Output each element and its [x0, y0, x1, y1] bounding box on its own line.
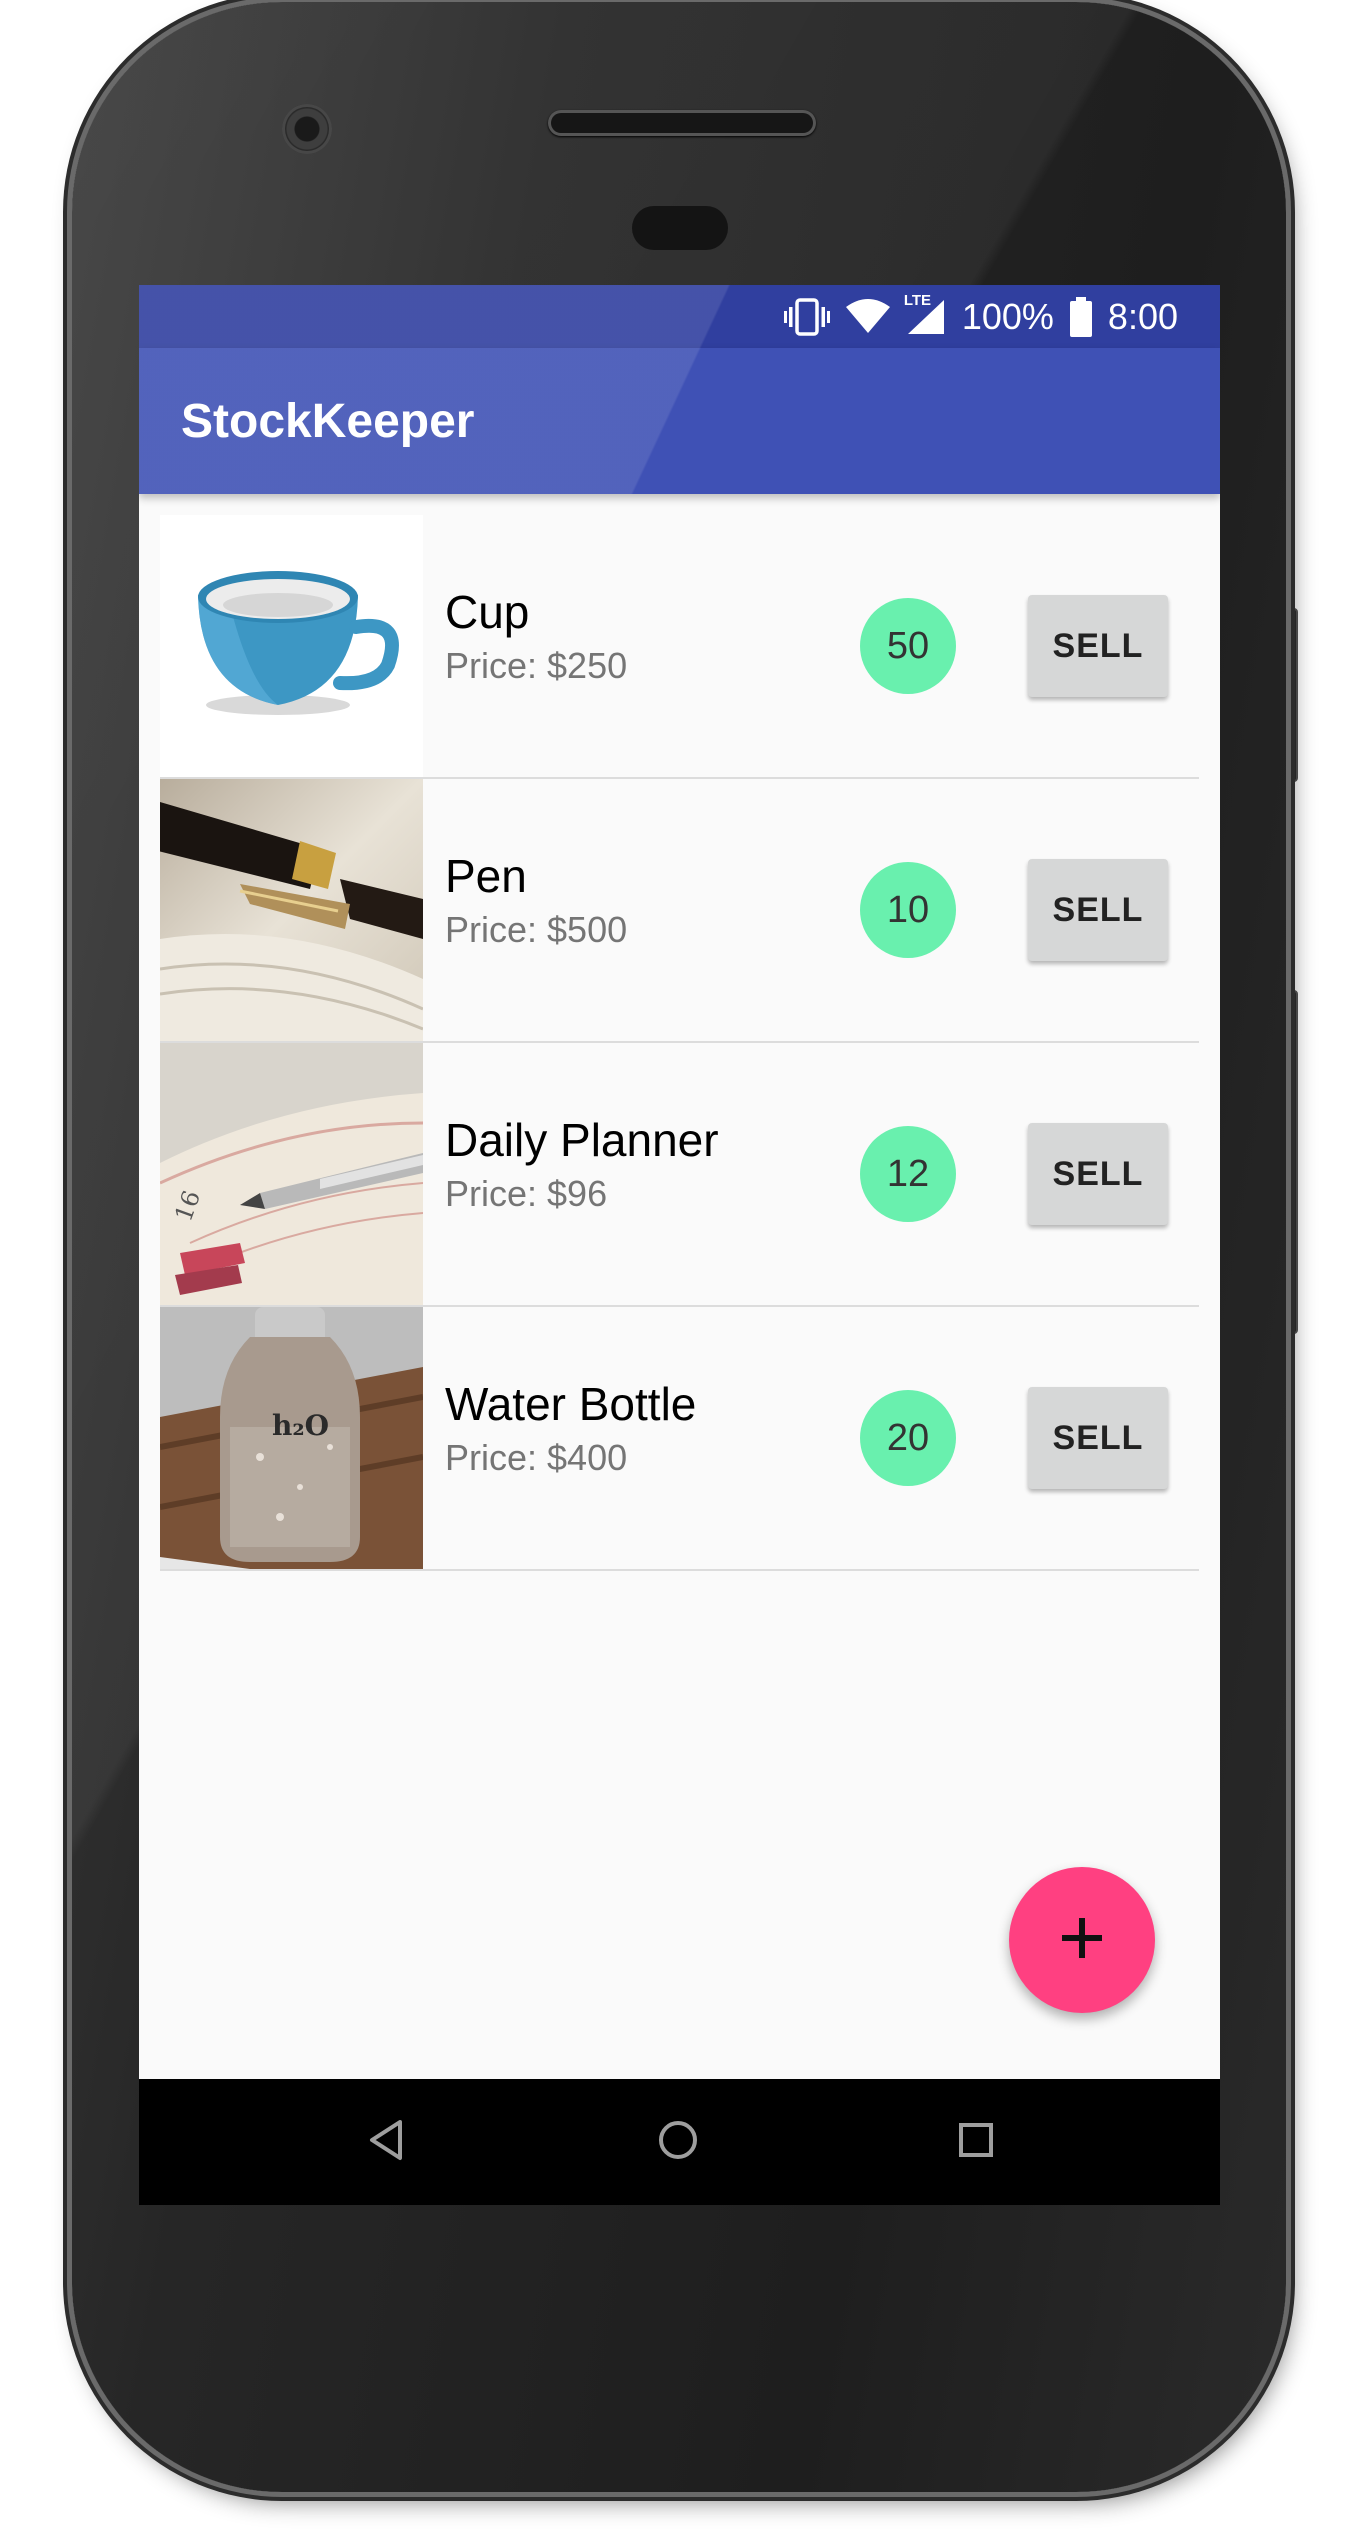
cup-photo — [160, 515, 423, 777]
vibrate-icon — [783, 297, 830, 337]
earpiece-speaker — [548, 110, 816, 136]
home-button[interactable] — [653, 2117, 703, 2167]
water-bottle-photo: h₂O — [160, 1307, 423, 1569]
status-bar: LTE 100% 8:00 — [139, 285, 1220, 348]
product-price: Price: $250 — [445, 645, 628, 686]
back-icon — [366, 2118, 406, 2167]
product-name: Water Bottle — [445, 1378, 697, 1430]
product-row[interactable]: Pen Price: $500 10 SELL — [160, 779, 1199, 1043]
product-price: Price: $96 — [445, 1173, 608, 1214]
status-icons: LTE 100% 8:00 — [783, 285, 1178, 348]
product-name: Pen — [445, 850, 527, 902]
page: LTE 100% 8:00 StockKeeper Cup Price: $25… — [0, 0, 1370, 2534]
wifi-icon — [845, 298, 890, 335]
product-row[interactable]: Cup Price: $250 50 SELL — [160, 515, 1199, 779]
lte-label: LTE — [903, 291, 932, 309]
home-icon — [656, 2118, 700, 2167]
app-bar: StockKeeper — [139, 348, 1220, 494]
volume-button — [1284, 990, 1298, 1334]
quantity-badge: 10 — [860, 862, 956, 958]
add-product-button[interactable] — [1009, 1867, 1155, 2013]
sell-button[interactable]: SELL — [1028, 595, 1168, 697]
svg-text:h₂O: h₂O — [272, 1409, 329, 1442]
sell-button[interactable]: SELL — [1028, 1387, 1168, 1489]
battery-percent: 100% — [961, 295, 1054, 337]
cell-signal-icon: LTE — [904, 292, 946, 336]
power-button — [1284, 608, 1298, 782]
front-camera — [282, 104, 332, 154]
product-name: Daily Planner — [445, 1114, 719, 1166]
app-title: StockKeeper — [181, 394, 475, 448]
battery-icon — [1069, 296, 1092, 337]
quantity-badge: 12 — [860, 1126, 956, 1222]
recents-button[interactable] — [951, 2117, 1001, 2167]
product-name: Cup — [445, 586, 530, 638]
product-price: Price: $400 — [445, 1437, 628, 1478]
clock: 8:00 — [1107, 295, 1178, 337]
product-list[interactable]: Cup Price: $250 50 SELL Pen Price: $500 … — [160, 515, 1199, 1571]
quantity-badge: 50 — [860, 598, 956, 694]
planner-photo: 16 — [160, 1043, 423, 1305]
product-row[interactable]: 16 Daily Planner Price: $96 12 SELL — [160, 1043, 1199, 1307]
product-price: Price: $500 — [445, 909, 628, 950]
product-row[interactable]: h₂O Water Bottle Price: $400 20 SELL — [160, 1307, 1199, 1571]
device-screen: LTE 100% 8:00 StockKeeper Cup Price: $25… — [139, 285, 1220, 2205]
plus-icon — [1060, 1916, 1104, 1965]
sell-button[interactable]: SELL — [1028, 859, 1168, 961]
fountain-pen-photo — [160, 779, 423, 1041]
sell-button[interactable]: SELL — [1028, 1123, 1168, 1225]
system-nav-bar — [139, 2079, 1220, 2205]
back-button[interactable] — [361, 2117, 411, 2167]
proximity-sensor — [632, 206, 728, 250]
quantity-badge: 20 — [860, 1390, 956, 1486]
recents-icon — [956, 2120, 996, 2165]
